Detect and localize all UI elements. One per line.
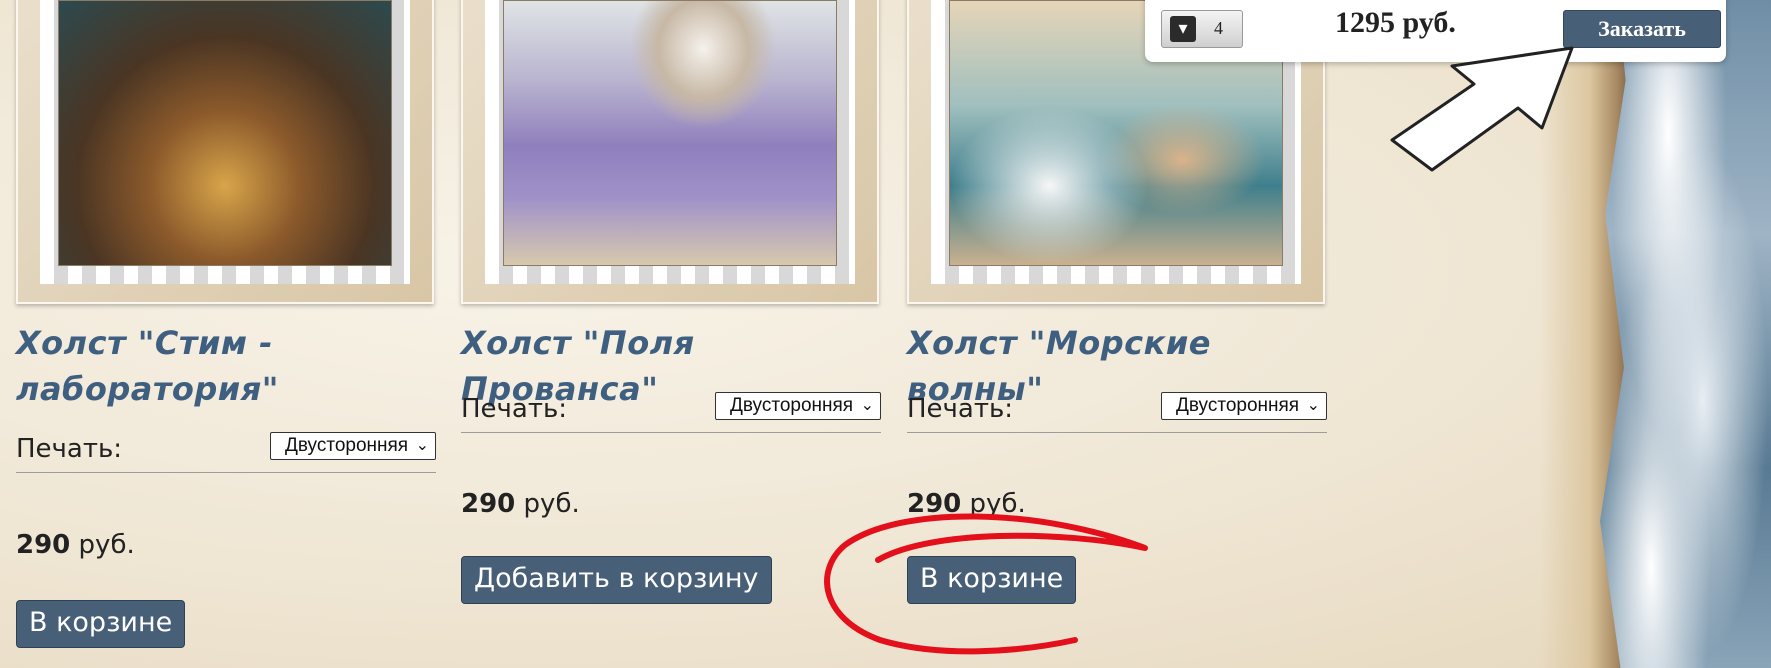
- price-value: 290: [907, 489, 962, 519]
- product-title-line[interactable]: Холст "Стим -: [16, 320, 279, 366]
- price-value: 290: [16, 530, 71, 560]
- print-select[interactable]: Двусторонняя ⌄: [1161, 392, 1327, 420]
- cart-button[interactable]: ▾ 4: [1161, 10, 1243, 48]
- product-image-lavender[interactable]: [503, 0, 837, 266]
- print-select-value: Двусторонняя: [285, 435, 409, 456]
- chevron-down-icon: ⌄: [1306, 397, 1320, 414]
- price-currency: руб.: [523, 489, 580, 519]
- print-select[interactable]: Двусторонняя ⌄: [270, 432, 436, 460]
- product-title-line[interactable]: лаборатория": [16, 366, 279, 412]
- product-mat: [485, 0, 855, 284]
- print-option-row: Печать: Двусторонняя ⌄: [461, 392, 881, 433]
- price-currency: руб.: [969, 489, 1026, 519]
- cart-panel: ▾ 4 1295 руб. Заказать: [1145, 0, 1726, 62]
- basket-icon: ▾: [1170, 16, 1196, 42]
- product-price: 290 руб.: [16, 530, 135, 560]
- product-price: 290 руб.: [907, 489, 1026, 519]
- print-label: Печать:: [461, 394, 568, 424]
- product-image-steampunk[interactable]: [58, 0, 392, 266]
- in-cart-button[interactable]: В корзине: [16, 600, 186, 648]
- price-currency: руб.: [78, 530, 135, 560]
- cart-total: 1295 руб.: [1335, 6, 1456, 39]
- print-option-row: Печать: Двусторонняя ⌄: [16, 432, 436, 473]
- add-to-cart-button[interactable]: Добавить в корзину: [461, 556, 772, 604]
- print-select-value: Двусторонняя: [730, 395, 854, 416]
- cart-count: 4: [1214, 18, 1223, 38]
- product-image-frame[interactable]: [461, 0, 879, 304]
- print-select[interactable]: Двусторонняя ⌄: [715, 392, 881, 420]
- product-title[interactable]: Холст "Стим - лаборатория": [16, 320, 279, 412]
- sea-background: [1600, 0, 1771, 668]
- print-label: Печать:: [907, 394, 1014, 424]
- price-value: 290: [461, 489, 516, 519]
- print-option-row: Печать: Двусторонняя ⌄: [907, 392, 1327, 433]
- in-cart-button[interactable]: В корзине: [907, 556, 1077, 604]
- print-label: Печать:: [16, 434, 123, 464]
- chevron-down-icon: ⌄: [415, 437, 429, 454]
- product-mat: [40, 0, 410, 284]
- order-button[interactable]: Заказать: [1563, 10, 1721, 48]
- chevron-down-icon: ⌄: [860, 397, 874, 414]
- product-image-frame[interactable]: [16, 0, 434, 304]
- product-price: 290 руб.: [461, 489, 580, 519]
- print-select-value: Двусторонняя: [1176, 395, 1300, 416]
